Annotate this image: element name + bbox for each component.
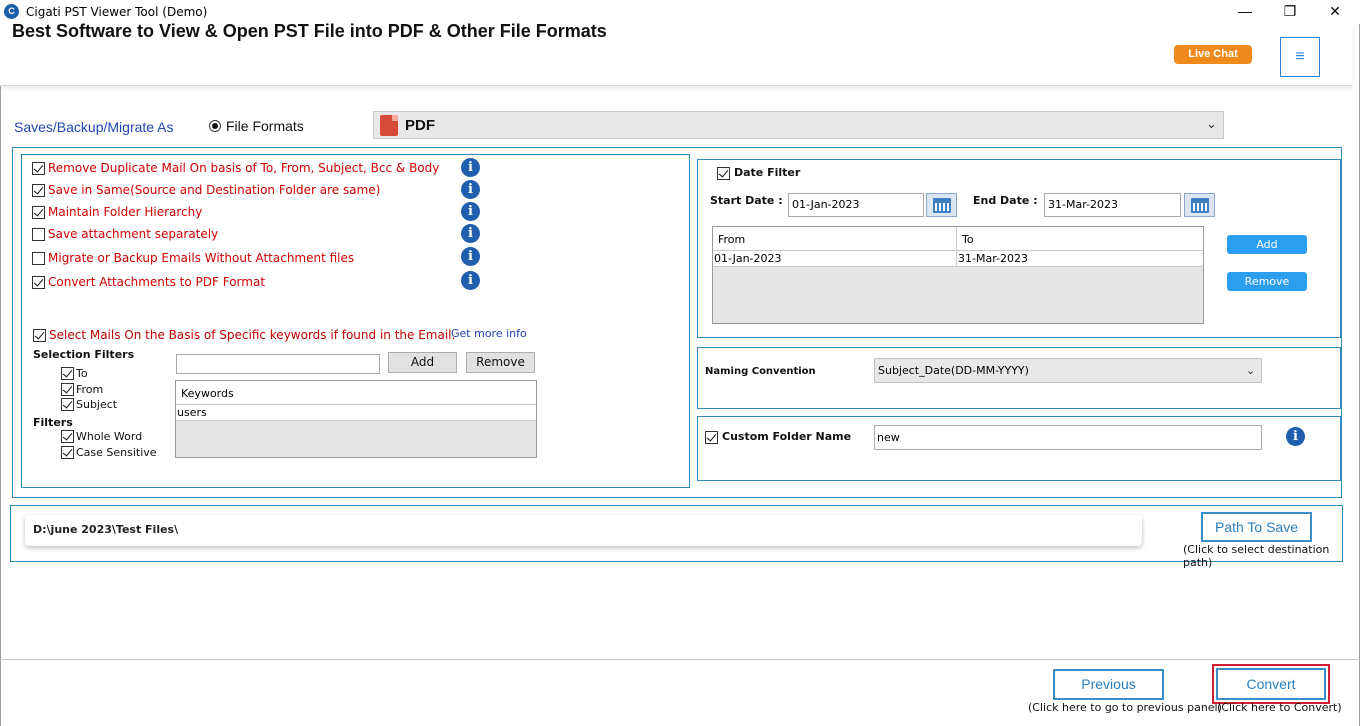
keyword-input[interactable] xyxy=(176,354,380,374)
filter-label-whole-word: Whole Word xyxy=(76,430,143,443)
format-dropdown-value: PDF xyxy=(405,117,435,134)
info-icon[interactable]: i xyxy=(461,247,480,266)
maximize-button[interactable]: ❐ xyxy=(1267,0,1313,24)
destination-path-value: D:\june 2023\Test Files\ xyxy=(33,523,179,536)
to-date-cell: 31-Mar-2023 xyxy=(958,252,1028,265)
info-icon[interactable]: i xyxy=(461,158,480,177)
destination-path-field[interactable] xyxy=(25,515,1142,546)
filter-checkbox-case-sensitive[interactable] xyxy=(61,446,74,459)
convert-hint: (Click here to Convert) xyxy=(1217,701,1342,714)
footer-divider xyxy=(0,659,1360,660)
option-label-without-attachment: Migrate or Backup Emails Without Attachm… xyxy=(48,251,355,265)
filter-label-case-sensitive: Case Sensitive xyxy=(76,446,157,459)
option-checkbox-without-attachment[interactable] xyxy=(32,252,45,265)
date-add-button[interactable]: Add xyxy=(1227,235,1307,254)
filter-checkbox-to[interactable] xyxy=(61,367,74,380)
saves-as-label: Saves/Backup/Migrate As xyxy=(14,119,174,135)
from-date-cell: 01-Jan-2023 xyxy=(714,252,782,265)
close-button[interactable]: ✕ xyxy=(1312,0,1358,24)
option-label-save-in-same: Save in Same(Source and Destination Fold… xyxy=(48,183,381,197)
filter-label-from: From xyxy=(76,383,104,396)
page-title: Best Software to View & Open PST File in… xyxy=(12,21,607,41)
selection-filters-heading: Selection Filters xyxy=(33,348,135,361)
filter-checkbox-whole-word[interactable] xyxy=(61,430,74,443)
keyword-filter-checkbox[interactable] xyxy=(33,329,46,342)
calendar-icon xyxy=(933,198,951,213)
keyword-filter-label: Select Mails On the Basis of Specific ke… xyxy=(49,328,456,342)
date-remove-button[interactable]: Remove xyxy=(1227,272,1307,291)
minimize-button[interactable]: — xyxy=(1222,0,1268,24)
keywords-column-header: Keywords xyxy=(181,387,234,400)
get-more-info-link[interactable]: Get more info xyxy=(451,327,527,340)
window-border-left xyxy=(0,24,1,726)
filter-label-subject: Subject xyxy=(76,398,118,411)
app-logo-icon: C xyxy=(4,4,19,19)
option-checkbox-maintain-hierarchy[interactable] xyxy=(32,206,45,219)
file-formats-radio[interactable] xyxy=(209,120,221,132)
convert-button[interactable]: Convert xyxy=(1216,668,1326,700)
previous-hint: (Click here to go to previous panel) xyxy=(1028,701,1222,714)
naming-convention-dropdown[interactable]: Subject_Date(DD-MM-YYYY) xyxy=(874,358,1262,383)
info-icon[interactable]: i xyxy=(1286,427,1305,446)
option-label-remove-duplicate: Remove Duplicate Mail On basis of To, Fr… xyxy=(48,161,440,175)
file-formats-label: File Formats xyxy=(226,118,304,134)
pdf-icon xyxy=(380,115,398,136)
option-checkbox-remove-duplicate[interactable] xyxy=(32,162,45,175)
start-date-input[interactable]: 01-Jan-2023 xyxy=(788,193,924,217)
keyword-add-button[interactable]: Add xyxy=(388,352,457,373)
end-date-label: End Date : xyxy=(973,194,1038,207)
table-row[interactable] xyxy=(176,405,536,421)
format-dropdown[interactable] xyxy=(373,111,1224,139)
date-filter-checkbox[interactable] xyxy=(717,167,730,180)
custom-folder-checkbox[interactable] xyxy=(705,431,718,444)
from-column-header: From xyxy=(718,233,746,246)
naming-convention-label: Naming Convention xyxy=(705,366,816,377)
filter-checkbox-subject[interactable] xyxy=(61,398,74,411)
option-checkbox-convert-attachments[interactable] xyxy=(32,276,45,289)
option-checkbox-save-attachment[interactable] xyxy=(32,228,45,241)
custom-folder-label: Custom Folder Name xyxy=(722,430,852,443)
chevron-down-icon[interactable]: ⌄ xyxy=(1206,116,1217,132)
date-filter-label: Date Filter xyxy=(734,166,801,179)
filters-heading: Filters xyxy=(33,416,73,429)
end-date-calendar-button[interactable] xyxy=(1184,193,1215,217)
info-icon[interactable]: i xyxy=(461,180,480,199)
filter-checkbox-from[interactable] xyxy=(61,383,74,396)
end-date-input[interactable]: 31-Mar-2023 xyxy=(1044,193,1181,217)
option-checkbox-save-in-same[interactable] xyxy=(32,184,45,197)
date-range-table-header xyxy=(713,227,1203,251)
window-title: Cigati PST Viewer Tool (Demo) xyxy=(26,5,208,19)
option-label-maintain-hierarchy: Maintain Folder Hierarchy xyxy=(48,205,203,219)
path-to-save-button[interactable]: Path To Save xyxy=(1201,512,1312,542)
filter-label-to: To xyxy=(76,367,88,380)
info-icon[interactable]: i xyxy=(461,202,480,221)
previous-button[interactable]: Previous xyxy=(1053,669,1164,700)
start-date-calendar-button[interactable] xyxy=(926,193,957,217)
calendar-icon xyxy=(1191,198,1209,213)
column-divider xyxy=(956,227,957,267)
info-icon[interactable]: i xyxy=(461,271,480,290)
start-date-label: Start Date : xyxy=(710,194,783,207)
to-column-header: To xyxy=(962,233,974,246)
chevron-down-icon[interactable]: ⌄ xyxy=(1246,364,1255,377)
hamburger-icon: ≡ xyxy=(1295,48,1305,65)
live-chat-button[interactable]: Live Chat xyxy=(1174,45,1252,64)
option-label-save-attachment: Save attachment separately xyxy=(48,227,219,241)
path-hint: (Click to select destination path) xyxy=(1183,543,1330,569)
info-icon[interactable]: i xyxy=(461,224,480,243)
hamburger-menu-button[interactable]: ≡ xyxy=(1280,37,1320,77)
keyword-cell: users xyxy=(177,406,207,419)
keyword-remove-button[interactable]: Remove xyxy=(466,352,535,373)
custom-folder-input[interactable]: new xyxy=(874,425,1262,450)
option-label-convert-attachments: Convert Attachments to PDF Format xyxy=(48,275,266,289)
